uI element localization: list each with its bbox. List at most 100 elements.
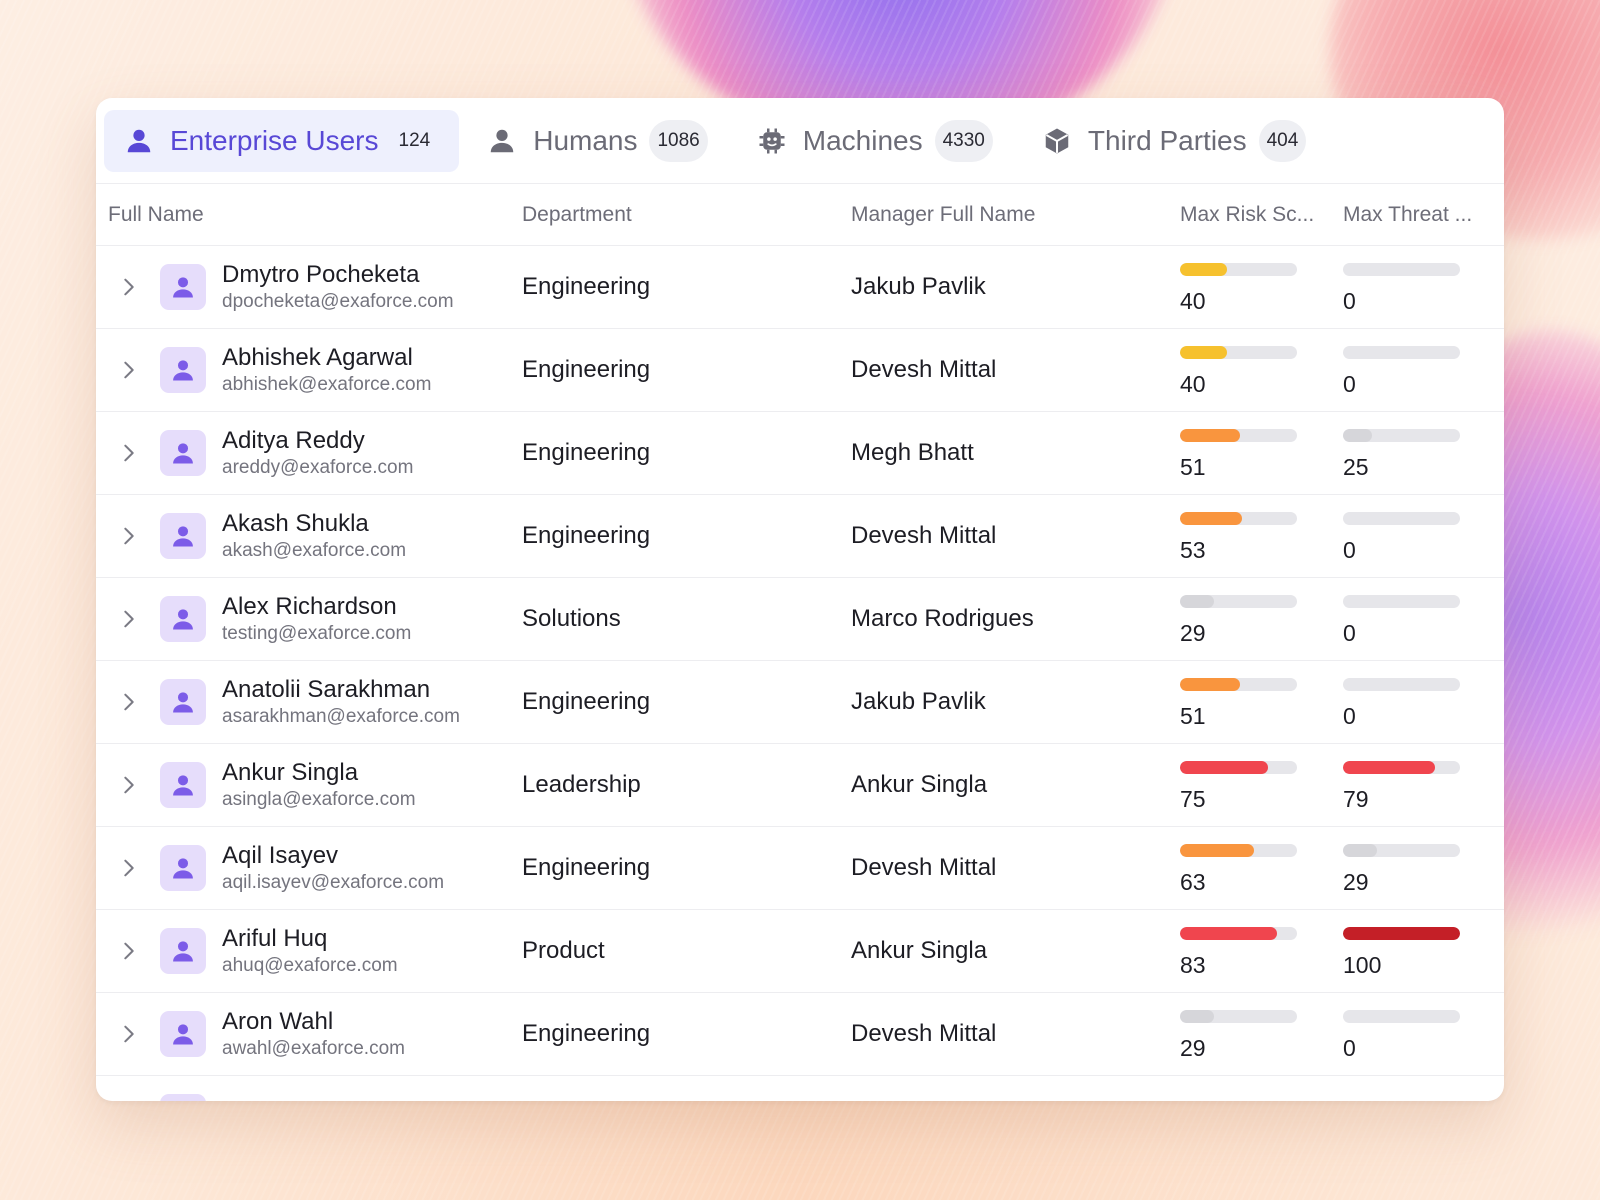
column-header-manager[interactable]: Manager Full Name [851,203,1180,227]
department-cell: Solutions [522,605,621,632]
chevron-right-icon[interactable] [118,691,140,713]
max-risk-score-bar-fill [1180,678,1240,691]
table-row[interactable]: Ankur Singla asingla@exaforce.com Leader… [96,744,1504,827]
max-risk-score-bar [1180,844,1297,857]
manager-cell: Devesh Mittal [851,522,997,549]
max-threat-value: 0 [1343,371,1356,397]
table-row[interactable]: Alex Richardson testing@exaforce.com Sol… [96,578,1504,661]
box-icon [1042,126,1072,156]
chevron-right-icon[interactable] [118,940,140,962]
max-threat-bar [1343,346,1460,359]
max-threat-value: 100 [1343,952,1382,978]
max-threat-bar [1343,595,1460,608]
user-identity: Abhishek Agarwal abhishek@exaforce.com [222,343,431,397]
max-threat-bar-fill [1343,927,1460,940]
table-row[interactable]: Ariful Huq ahuq@exaforce.com Product Ank… [96,910,1504,993]
max-threat-cell: 100 [1343,923,1493,979]
max-threat-value: 0 [1343,288,1356,314]
user-email: dpocheketa@exaforce.com [222,291,454,312]
user-name[interactable]: Ankur Singla [222,758,416,788]
chevron-right-icon[interactable] [118,525,140,547]
max-threat-cell: 25 [1343,425,1493,481]
max-risk-score-bar [1180,761,1297,774]
max-risk-score-bar-fill [1180,1010,1214,1023]
user-name[interactable]: Alex Richardson [222,592,411,622]
user-identity: Aqil Isayev aqil.isayev@exaforce.com [222,841,444,895]
chevron-right-icon[interactable] [118,1023,140,1045]
user-name[interactable]: Anatolii Sarakhman [222,675,460,705]
table-row[interactable]: Aron Wahl awahl@exaforce.com Engineering… [96,993,1504,1076]
department-cell: Leadership [522,771,641,798]
user-icon [173,692,193,713]
max-risk-score-bar-fill [1180,429,1240,442]
full-name-cell: Dmytro Pocheketa dpocheketa@exaforce.com [96,260,522,314]
table-row[interactable]: Akash Shukla akash@exaforce.com Engineer… [96,495,1504,578]
user-name[interactable]: Aqil Isayev [222,841,444,871]
chevron-right-icon[interactable] [118,276,140,298]
user-name[interactable]: Aditya Reddy [222,426,413,456]
full-name-cell: Anatolii Sarakhman asarakhman@exaforce.c… [96,675,522,729]
column-header-full-name[interactable]: Full Name [96,203,522,227]
max-threat-cell: 0 [1343,508,1493,564]
column-header-max-risk-score[interactable]: Max Risk Sc... [1180,203,1343,227]
full-name-cell: Aron Wahl awahl@exaforce.com [96,1007,522,1061]
table-row[interactable]: Dmytro Pocheketa dpocheketa@exaforce.com… [96,246,1504,329]
table-row[interactable]: Aditya Reddy areddy@exaforce.com Enginee… [96,412,1504,495]
avatar [160,845,206,891]
max-threat-bar [1343,1010,1460,1023]
tab-count-badge: 4330 [934,119,993,162]
user-name[interactable]: Abhishek Agarwal [222,343,431,373]
max-threat-cell: 0 [1343,259,1493,315]
user-name[interactable]: Dmytro Pocheketa [222,260,454,290]
tab-machines[interactable]: Machines 4330 [737,110,1014,172]
max-threat-value: 79 [1343,786,1369,812]
tab-humans[interactable]: Humans 1086 [467,110,729,172]
full-name-cell: Ariful Huq ahuq@exaforce.com [96,924,522,978]
tab-third-parties[interactable]: Third Parties 404 [1022,110,1327,172]
chevron-right-icon[interactable] [118,857,140,879]
user-email: asingla@exaforce.com [222,789,416,810]
max-threat-bar [1343,429,1460,442]
max-threat-bar [1343,263,1460,276]
max-threat-value: 0 [1343,703,1356,729]
table-row[interactable]: Anatolii Sarakhman asarakhman@exaforce.c… [96,661,1504,744]
max-risk-score-cell: 51 [1180,674,1343,730]
user-identity: Dmytro Pocheketa dpocheketa@exaforce.com [222,260,454,314]
max-risk-score-bar-fill [1180,761,1268,774]
user-identity: Akash Shukla akash@exaforce.com [222,509,406,563]
user-icon [173,277,193,298]
user-icon [173,941,193,962]
table-row[interactable]: Abhishek Agarwal abhishek@exaforce.com E… [96,329,1504,412]
avatar [160,679,206,725]
tab-count-badge: 1086 [649,119,708,162]
table-row[interactable]: Aqil Isayev aqil.isayev@exaforce.com Eng… [96,827,1504,910]
table-row[interactable]: Ashok Singh [96,1076,1504,1101]
max-risk-score-cell: 63 [1180,840,1343,896]
chevron-right-icon[interactable] [118,359,140,381]
user-identity: Ankur Singla asingla@exaforce.com [222,758,416,812]
chevron-right-icon[interactable] [118,774,140,796]
user-name[interactable]: Akash Shukla [222,509,406,539]
column-header-department[interactable]: Department [522,203,851,227]
max-risk-score-bar-fill [1180,346,1227,359]
user-name[interactable]: Ariful Huq [222,924,398,954]
max-risk-score-cell: 53 [1180,508,1343,564]
full-name-cell: Ankur Singla asingla@exaforce.com [96,758,522,812]
users-table-panel: Enterprise Users 124 Humans 1086 Machine… [96,98,1504,1101]
column-header-max-threat[interactable]: Max Threat ... [1343,203,1493,227]
user-email: awahl@exaforce.com [222,1038,405,1059]
max-risk-score-bar-fill [1180,263,1227,276]
user-icon [124,126,154,156]
user-identity: Anatolii Sarakhman asarakhman@exaforce.c… [222,675,460,729]
max-risk-score-value: 51 [1180,454,1206,480]
tab-enterprise-users[interactable]: Enterprise Users 124 [104,109,460,172]
chevron-right-icon[interactable] [118,608,140,630]
department-cell: Engineering [522,688,651,715]
max-risk-score-cell: 29 [1180,1006,1343,1062]
manager-cell: Devesh Mittal [851,1020,997,1047]
max-risk-score-bar [1180,595,1297,608]
max-threat-value: 0 [1343,620,1356,646]
user-name[interactable]: Aron Wahl [222,1007,405,1037]
chevron-right-icon[interactable] [118,442,140,464]
department-cell: Engineering [522,356,651,383]
